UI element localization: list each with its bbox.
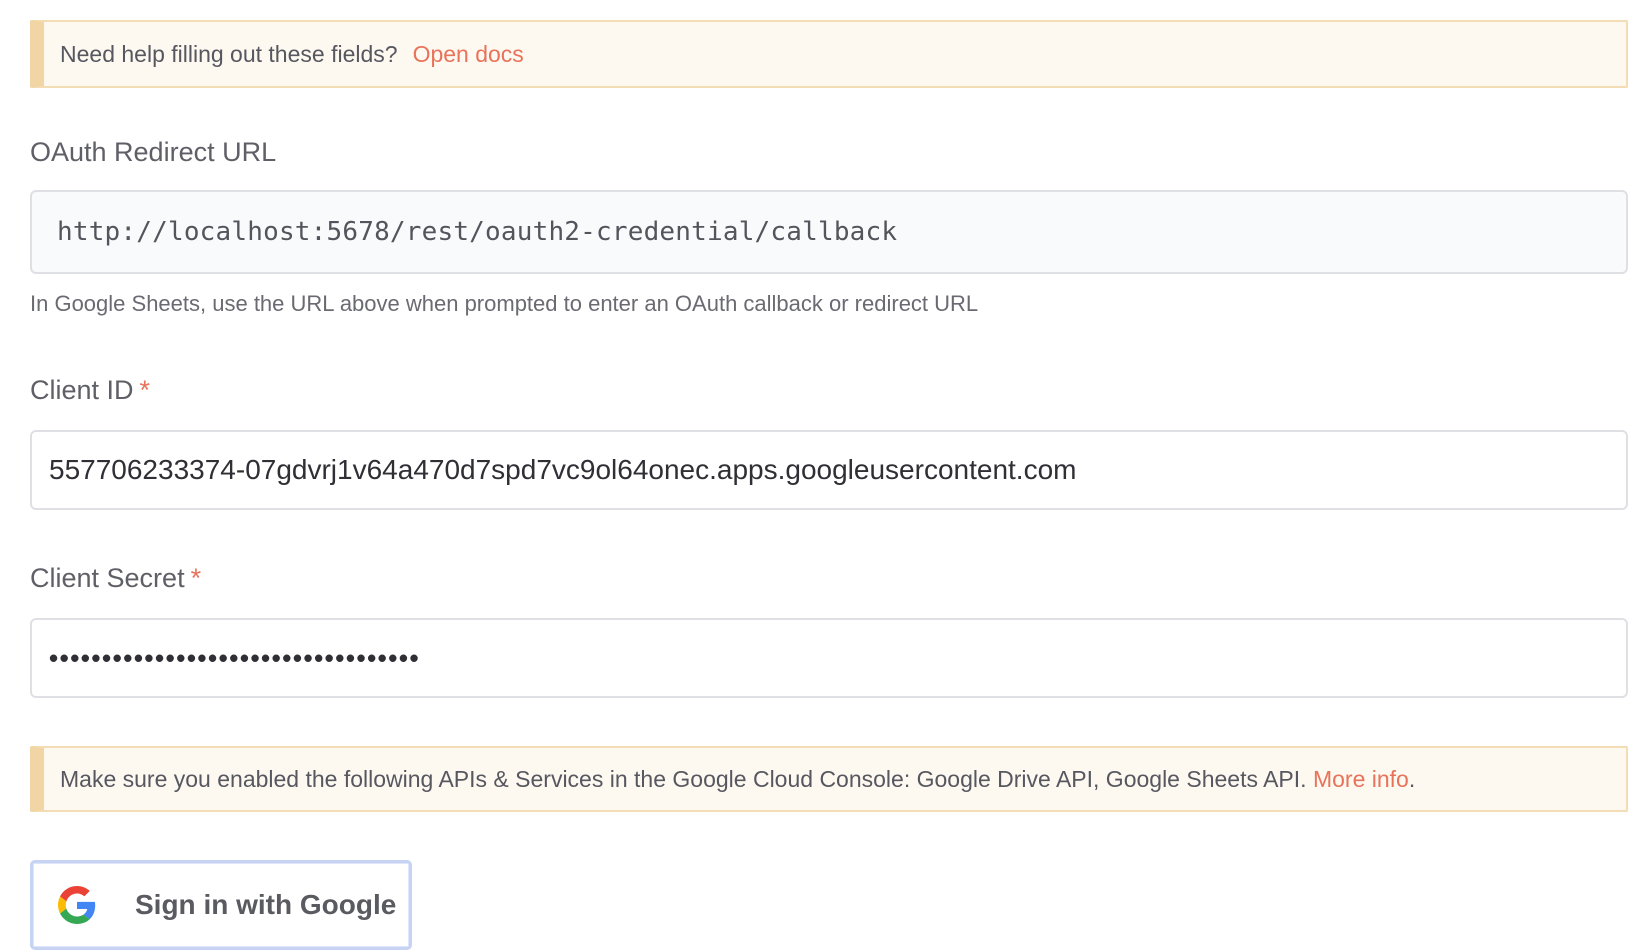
apis-callout-trailing: . <box>1408 765 1416 792</box>
client-id-label-text: Client ID <box>30 375 134 405</box>
client-id-label: Client ID * <box>30 375 150 406</box>
help-callout-text: Need help filling out these fields? <box>60 40 398 67</box>
client-secret-value: ••••••••••••••••••••••••••••••••••• <box>49 642 421 673</box>
google-g-icon <box>57 885 97 925</box>
sign-in-with-google-label: Sign in with Google <box>135 889 397 920</box>
redirect-url-hint: In Google Sheets, use the URL above when… <box>30 291 979 316</box>
open-docs-link[interactable]: Open docs <box>413 41 524 68</box>
help-callout: Need help filling out these fields? Open… <box>30 20 1628 88</box>
apis-callout-text: Make sure you enabled the following APIs… <box>60 765 1313 792</box>
client-secret-label: Client Secret * <box>30 563 201 594</box>
client-id-value: 557706233374-07gdvrj1v64a470d7spd7vc9ol6… <box>49 454 1077 485</box>
client-secret-required-mark: * <box>190 563 202 593</box>
credential-form: Need help filling out these fields? Open… <box>0 0 1630 950</box>
client-secret-label-text: Client Secret <box>30 563 185 593</box>
client-id-input[interactable]: 557706233374-07gdvrj1v64a470d7spd7vc9ol6… <box>30 430 1628 510</box>
sign-in-with-google-button[interactable]: Sign in with Google <box>30 860 412 950</box>
redirect-url-label-text: OAuth Redirect URL <box>30 137 277 167</box>
apis-callout: Make sure you enabled the following APIs… <box>30 746 1628 812</box>
client-id-required-mark: * <box>139 375 151 405</box>
redirect-url-label: OAuth Redirect URL <box>30 137 276 168</box>
redirect-url-value: http://localhost:5678/rest/oauth2-creden… <box>57 217 898 247</box>
client-secret-input[interactable]: ••••••••••••••••••••••••••••••••••• <box>30 618 1628 698</box>
redirect-url-field[interactable]: http://localhost:5678/rest/oauth2-creden… <box>30 190 1628 274</box>
more-info-link[interactable]: More info <box>1313 766 1409 793</box>
